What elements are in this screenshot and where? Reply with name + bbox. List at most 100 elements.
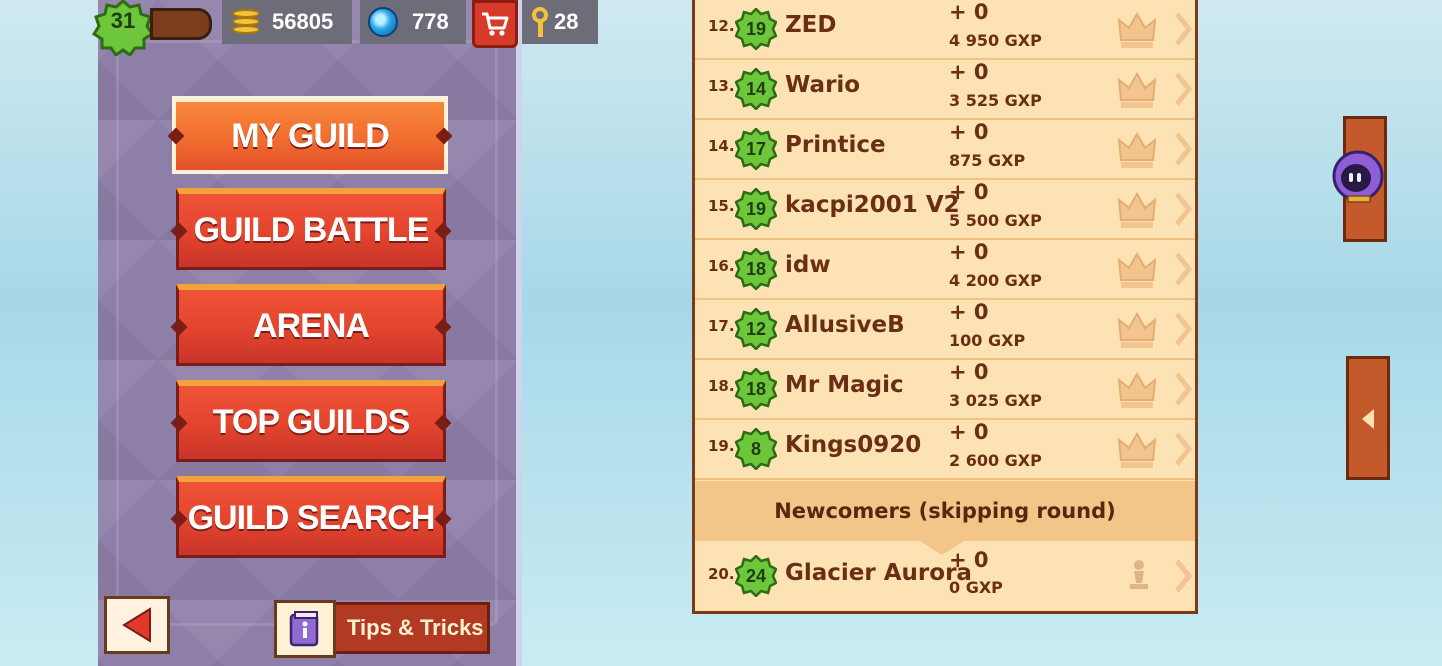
chevron-right-icon[interactable] [1173,70,1193,108]
table-row[interactable]: 20. 24 Glacier Aurora + 0 0 GXP [695,545,1195,607]
keys-counter[interactable]: 28 [522,0,598,44]
chevron-right-icon[interactable] [1173,370,1193,408]
guild-battle-label: GUILD BATTLE [193,211,430,249]
member-level-value: 19 [745,19,767,39]
gxp-total: 4 950 GXP [949,31,1042,50]
guild-search-label: GUILD SEARCH [187,499,436,537]
cart-icon [482,12,509,36]
tips-and-tricks-button[interactable]: Tips & Tricks [274,600,490,658]
coins-value: 56805 [272,9,334,34]
rank-number: 13. [708,77,735,95]
shop-cart-button[interactable] [472,0,518,48]
member-name: Printice [785,132,886,158]
chevron-right-icon[interactable] [1173,250,1193,288]
table-row[interactable]: 12. 19 ZED + 0 4 950 GXP [695,0,1195,60]
table-row[interactable]: 17. 12 AllusiveB + 0 100 GXP [695,300,1195,360]
key-icon [530,7,552,37]
member-name: Glacier Aurora [785,560,972,586]
member-name: ZED [785,12,837,38]
member-level-badge: 8 [735,428,777,470]
top-guilds-button[interactable]: TOP GUILDS [170,380,452,462]
hooded-hero-avatar-icon[interactable] [1332,146,1390,206]
chevron-right-icon[interactable] [1173,430,1193,468]
gxp-delta: + 0 [949,0,989,24]
crown-icon [1117,431,1157,468]
member-level-value: 19 [745,199,767,219]
gxp-total: 5 500 GXP [949,211,1042,230]
coin-stack-icon [230,9,262,35]
pawn-icon [1130,560,1148,589]
member-level-badge: 18 [735,248,777,290]
gxp-total: 3 025 GXP [949,391,1042,410]
table-row[interactable]: 13. 14 Wario + 0 3 525 GXP [695,60,1195,120]
table-row[interactable]: 19. 8 Kings0920 + 0 2 600 GXP [695,420,1195,480]
table-row[interactable]: 18. 18 Mr Magic + 0 3 025 GXP [695,360,1195,420]
arena-label: ARENA [253,307,370,345]
table-row[interactable]: 14. 17 Printice + 0 875 GXP [695,120,1195,180]
member-level-badge: 12 [735,308,777,350]
table-row[interactable]: 16. 18 idw + 0 4 200 GXP [695,240,1195,300]
rank-number: 16. [708,257,735,275]
gxp-delta: + 0 [949,240,989,264]
crown-icon [1117,251,1157,288]
chevron-right-icon[interactable] [1173,557,1193,595]
info-book-icon [274,600,336,658]
member-level-badge: 19 [735,8,777,50]
back-button[interactable] [104,596,170,654]
gxp-total: 100 GXP [949,331,1026,350]
rank-number: 17. [708,317,735,335]
arena-button[interactable]: ARENA [170,284,452,366]
newcomers-header-label: Newcomers (skipping round) [774,499,1116,523]
member-name: Mr Magic [785,372,904,398]
gxp-delta: + 0 [949,180,989,204]
crown-icon [1117,371,1157,408]
member-name: kacpi2001 V2 [785,192,960,218]
gxp-total: 4 200 GXP [949,271,1042,290]
collapse-side-tab[interactable] [1346,356,1390,480]
member-level-badge: 18 [735,368,777,410]
rank-number: 14. [708,137,735,155]
coins-counter[interactable]: 56805 [222,0,352,44]
rank-number: 18. [708,377,735,395]
my-guild-label: MY GUILD [231,116,390,155]
xp-progress-bar [150,8,212,40]
member-level-value: 17 [745,139,767,159]
tips-label: Tips & Tricks [347,615,484,640]
guild-battle-button[interactable]: GUILD BATTLE [170,188,452,270]
player-level-badge[interactable]: 31 [92,0,154,56]
gxp-delta: + 0 [949,120,989,144]
chevron-right-icon[interactable] [1173,10,1193,48]
my-guild-button[interactable]: MY GUILD [167,96,453,174]
newcomers-section-header: Newcomers (skipping round) [695,481,1195,555]
back-arrow-icon [122,607,151,643]
gxp-delta: + 0 [949,420,989,444]
top-guilds-label: TOP GUILDS [212,403,411,441]
member-name: idw [785,252,831,278]
member-level-badge: 19 [735,188,777,230]
member-level-value: 8 [750,439,761,459]
rank-number: 19. [708,437,735,455]
gxp-total: 0 GXP [949,578,1003,597]
member-level-badge: 14 [735,68,777,110]
member-level-value: 18 [745,259,767,279]
gxp-delta: + 0 [949,548,989,572]
gxp-total: 2 600 GXP [949,451,1042,470]
gxp-total: 875 GXP [949,151,1026,170]
gems-counter[interactable]: 778 [360,0,466,44]
guild-search-button[interactable]: GUILD SEARCH [170,476,452,558]
member-level-value: 24 [745,566,767,586]
member-name: AllusiveB [785,312,905,338]
member-level-badge: 17 [735,128,777,170]
guild-members-leaderboard[interactable]: 12. 19 ZED + 0 4 950 GXP 13. 14 Wario + … [692,0,1198,614]
gxp-total: 3 525 GXP [949,91,1042,110]
gxp-delta: + 0 [949,60,989,84]
table-row[interactable]: 15. 19 kacpi2001 V2 + 0 5 500 GXP [695,180,1195,240]
crown-icon [1117,191,1157,228]
crown-icon [1117,71,1157,108]
member-name: Wario [785,72,861,98]
tips-banner: Tips & Tricks [314,602,490,654]
chevron-right-icon[interactable] [1173,310,1193,348]
chevron-right-icon[interactable] [1173,190,1193,228]
member-level-badge: 24 [735,555,777,597]
chevron-right-icon[interactable] [1173,130,1193,168]
